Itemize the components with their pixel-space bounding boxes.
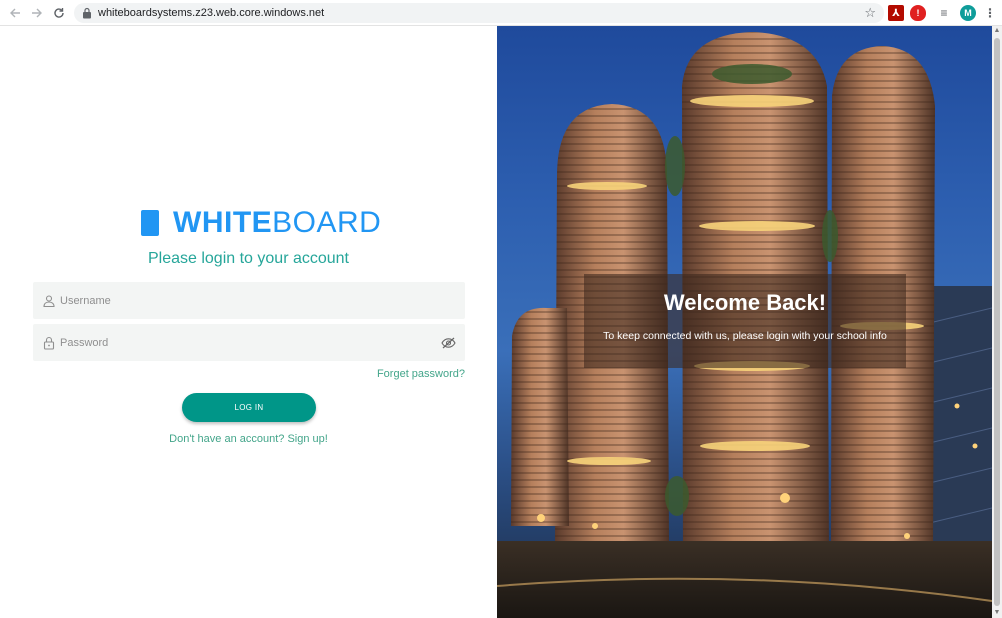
login-button[interactable]: LOG IN — [182, 393, 316, 422]
forward-icon[interactable] — [26, 2, 48, 24]
forgot-password-link[interactable]: Forget password? — [377, 368, 465, 380]
welcome-title: Welcome Back! — [663, 290, 827, 315]
whiteboard-logo: WHITE BOARD — [141, 206, 382, 239]
welcome-overlay: Welcome Back! To keep connected with us,… — [584, 274, 906, 368]
login-panel: WHITE BOARD Please login to your account… — [0, 26, 497, 618]
hero-image-panel: Welcome Back! To keep connected with us,… — [497, 26, 992, 618]
reload-icon[interactable] — [48, 2, 70, 24]
pdf-extension-icon[interactable]: ⅄ — [888, 5, 904, 21]
password-field[interactable] — [33, 324, 465, 361]
page-scrollbar[interactable]: ▲ ▼ — [992, 26, 1002, 618]
password-input[interactable] — [60, 324, 440, 361]
lock-icon — [42, 336, 56, 350]
welcome-subtitle: To keep connected with us, please login … — [603, 330, 887, 342]
back-icon[interactable] — [4, 2, 26, 24]
signup-link[interactable]: Don't have an account? Sign up! — [0, 433, 497, 445]
scroll-down-arrow-icon[interactable]: ▼ — [992, 608, 1002, 618]
browser-toolbar: whiteboardsystems.z23.web.core.windows.n… — [0, 0, 1002, 26]
profile-avatar[interactable]: M — [960, 5, 976, 21]
logo-mark-icon — [141, 210, 159, 236]
bookmark-star-icon[interactable]: ☆ — [864, 5, 876, 21]
browser-menu-icon[interactable]: ⋮ — [984, 4, 996, 22]
eye-off-icon[interactable] — [440, 335, 456, 351]
lock-icon — [83, 7, 91, 19]
address-bar[interactable]: whiteboardsystems.z23.web.core.windows.n… — [74, 3, 884, 23]
url-text: whiteboardsystems.z23.web.core.windows.n… — [98, 7, 325, 19]
user-icon — [42, 294, 56, 308]
logo-text-white: WHITE — [173, 206, 273, 239]
logo-text-board: BOARD — [272, 206, 382, 239]
login-subtitle: Please login to your account — [147, 250, 349, 267]
reading-list-icon[interactable]: ≡ — [936, 5, 952, 21]
scroll-thumb[interactable] — [994, 38, 1000, 606]
shield-extension-icon[interactable]: ! — [910, 5, 926, 21]
scroll-up-arrow-icon[interactable]: ▲ — [992, 26, 1002, 36]
username-field[interactable] — [33, 282, 465, 319]
username-input[interactable] — [60, 282, 465, 319]
